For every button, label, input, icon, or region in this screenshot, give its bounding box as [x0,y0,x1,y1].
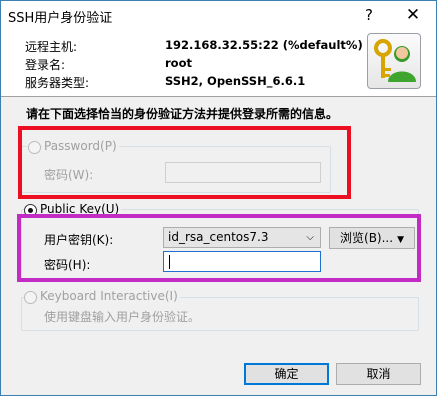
window-title: SSH用户身份验证 [8,11,113,26]
ssh-auth-dialog: SSH用户身份验证 ? ✕ 远程主机: 192.168.32.55:22 (%d… [0,0,437,396]
login-name-value: root [165,56,192,70]
cancel-button[interactable]: 取消 [336,363,421,385]
user-key-select[interactable]: id_rsa_centos7.3 ⌵ [163,227,321,248]
help-button[interactable]: ? [347,1,391,31]
keyboard-interactive-label: Keyboard Interactive(I) [38,289,180,303]
server-type-label: 服务器类型: [25,76,90,90]
password-radio-label: Password(P) [42,139,119,153]
password-input[interactable] [165,162,321,183]
key-passphrase-input[interactable] [163,251,321,272]
browse-label: 浏览(B)... [340,231,394,245]
dropdown-arrow-icon: ▼ [397,235,404,245]
user-key-value: id_rsa_centos7.3 [168,230,269,244]
user-key-label: 用户密钥(K): [44,233,114,247]
login-name-label: 登录名: [25,58,66,72]
keys-user-icon [367,33,421,89]
public-key-radio-label: Public Key(U) [38,202,122,216]
remote-host-label: 远程主机: [25,40,78,54]
password-radio[interactable] [28,141,41,154]
keyboard-interactive-desc: 使用键盘输入用户身份验证。 [44,310,201,324]
header-divider [1,96,436,97]
key-passphrase-label: 密码(H): [44,258,91,272]
server-type-value: SSH2, OpenSSH_6.6.1 [165,74,306,88]
instruction-text: 请在下面选择恰当的身份验证方法并提供登录所需的信息。 [26,107,339,121]
public-key-radio[interactable] [24,204,37,217]
title-bar: SSH用户身份验证 ? ✕ [1,1,436,31]
ok-button[interactable]: 确定 [244,363,329,385]
password-field-label: 密码(W): [44,168,94,182]
text-caret [169,255,170,269]
remote-host-value: 192.168.32.55:22 (%default%) [165,38,363,52]
browse-button[interactable]: 浏览(B)... ▼ [329,227,415,249]
close-button[interactable]: ✕ [391,1,435,31]
keyboard-interactive-radio[interactable] [24,291,37,304]
connection-info-panel: 远程主机: 192.168.32.55:22 (%default%) 登录名: … [1,31,436,96]
chevron-down-icon: ⌵ [306,232,314,243]
